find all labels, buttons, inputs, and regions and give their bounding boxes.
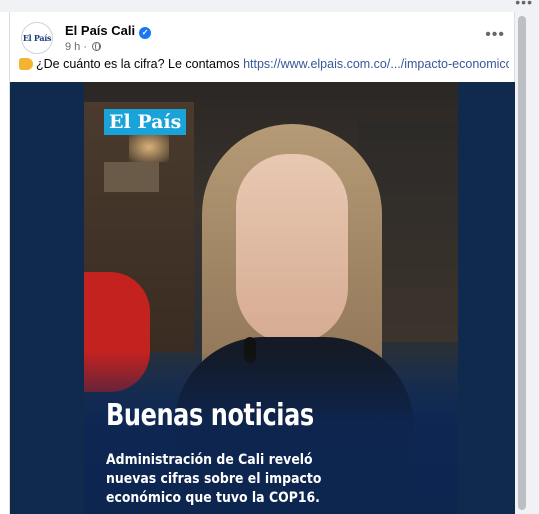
post-timestamp[interactable]: 9 h (65, 41, 80, 53)
scrollbar-thumb[interactable] (518, 16, 526, 510)
top-strip: ••• (0, 0, 539, 12)
page-avatar[interactable]: El País (21, 22, 53, 54)
background-lamp (129, 132, 169, 162)
meta-separator: · (83, 41, 88, 53)
page-name-link[interactable]: El País Cali ✓ (65, 23, 152, 39)
image-subtitle-line: nuevas cifras sobre el impacto (106, 471, 322, 487)
image-headline: Buenas noticias (106, 398, 314, 433)
post-image[interactable]: El País Buenas noticias Administración d… (10, 82, 516, 514)
person-face (236, 154, 348, 344)
top-more-icon[interactable]: ••• (515, 0, 533, 10)
post-header: El País El País Cali ✓ 9 h · ••• (19, 20, 507, 60)
el-pais-logo: El País (104, 109, 187, 135)
image-subtitle-line: económico que tuvo la COP16. (106, 490, 320, 506)
caption-link[interactable]: https://www.elpais.com.co/.../impacto-ec… (243, 57, 509, 71)
background-shelf (104, 162, 159, 192)
image-subtitle-line: Administración de Cali reveló (106, 452, 313, 468)
vertical-scrollbar[interactable] (515, 12, 530, 514)
page-name[interactable]: El País Cali (65, 23, 135, 38)
post-options-button[interactable]: ••• (485, 26, 505, 44)
right-strip (530, 12, 539, 514)
post-caption: ¿De cuánto es la cifra? Le contamos http… (19, 56, 509, 72)
verified-badge-icon: ✓ (139, 27, 152, 39)
caption-text: ¿De cuánto es la cifra? Le contamos (36, 57, 244, 71)
facebook-post: El País El País Cali ✓ 9 h · ••• ¿De cuán… (9, 12, 516, 514)
globe-icon (92, 42, 102, 51)
post-meta: 9 h · (65, 41, 102, 53)
pointing-hand-icon (19, 58, 33, 70)
avatar-logo-text: El País (22, 33, 52, 43)
news-photo (84, 82, 458, 514)
